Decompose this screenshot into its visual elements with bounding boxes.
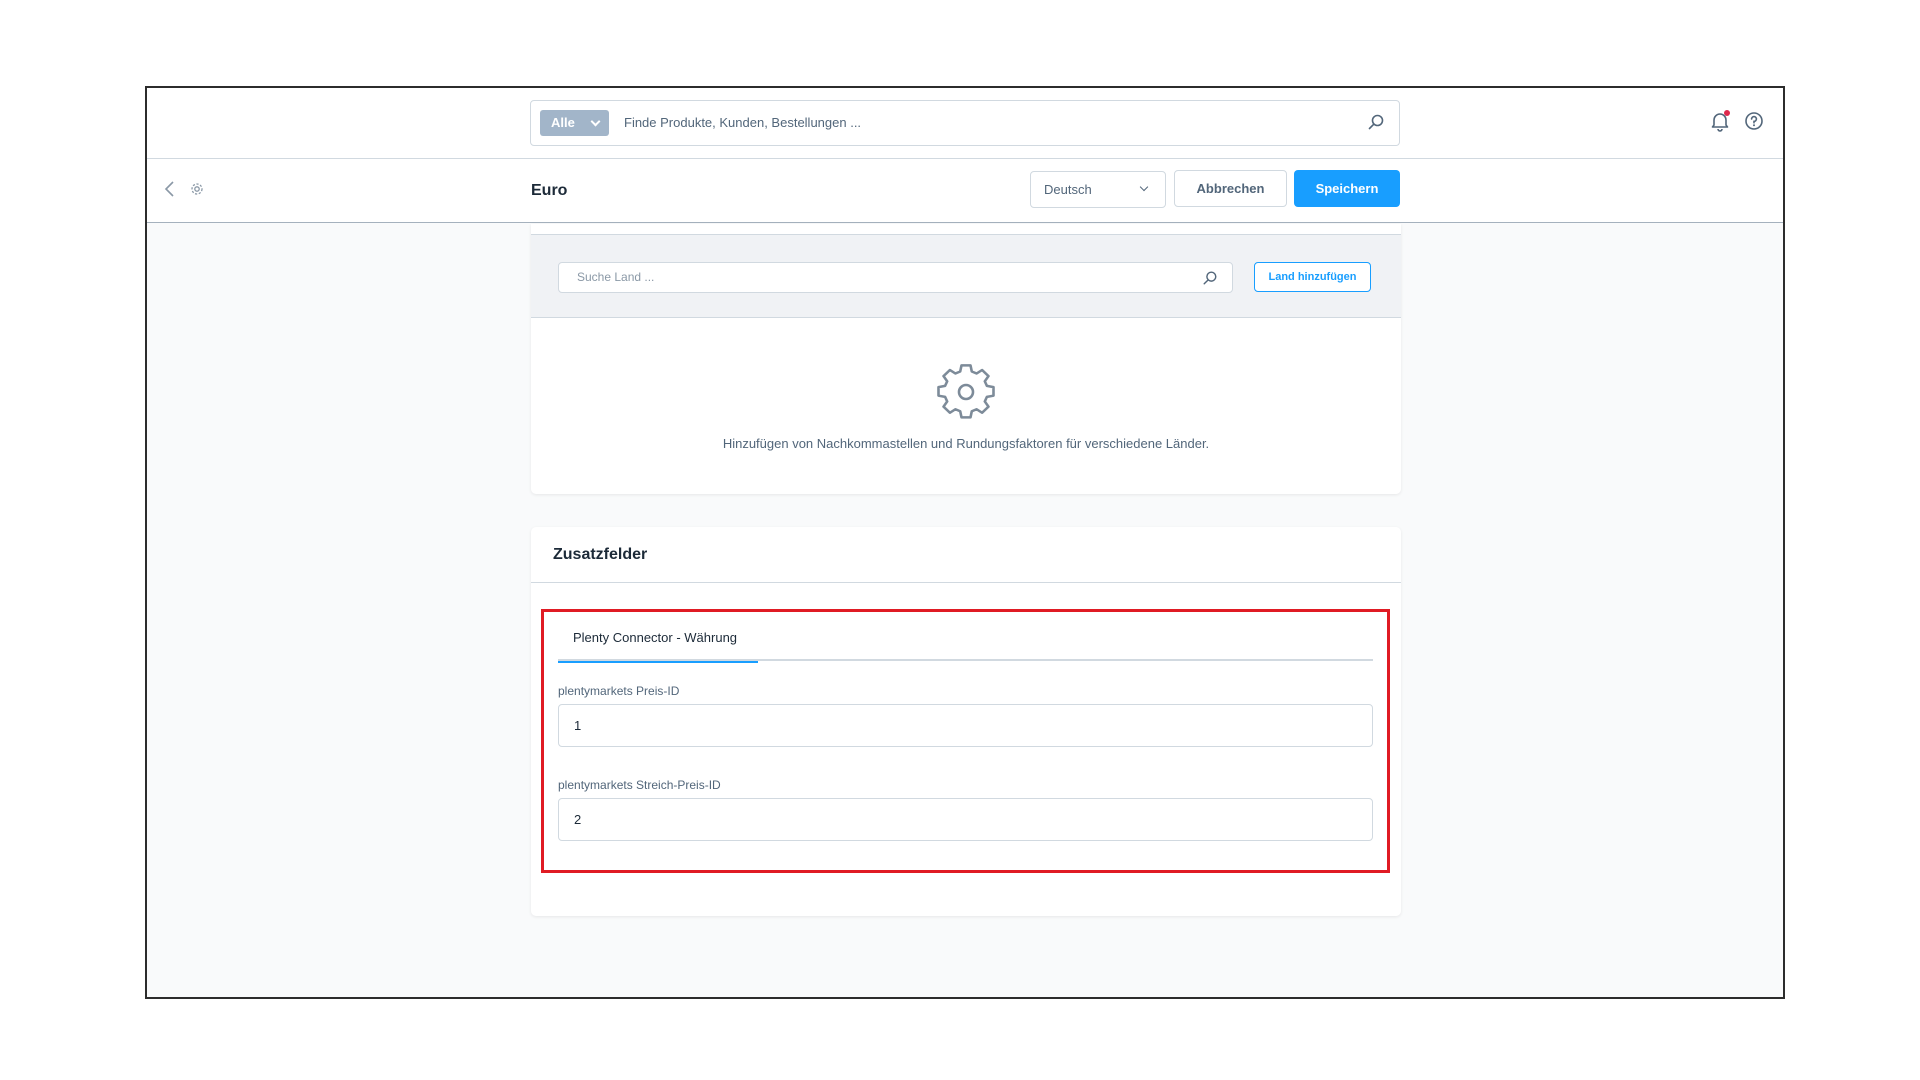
tab-label: Plenty Connector - Währung: [573, 630, 738, 645]
save-button[interactable]: Speichern: [1294, 170, 1400, 207]
price-id-label: plentymarkets Preis-ID: [558, 684, 680, 698]
price-id-input[interactable]: 1: [558, 704, 1373, 747]
content-area: Suche Land ... Land hinzufügen Hinzufüge…: [147, 224, 1783, 997]
back-icon[interactable]: [163, 180, 177, 198]
custom-fields-title: Zusatzfelder: [531, 527, 1401, 583]
language-value: Deutsch: [1044, 182, 1092, 197]
custom-fields-tabs: Plenty Connector - Währung: [558, 618, 1373, 663]
search-input[interactable]: Finde Produkte, Kunden, Bestellungen ...: [624, 101, 861, 145]
strike-price-id-input[interactable]: 2: [558, 798, 1373, 841]
country-toolbar: Suche Land ... Land hinzufügen: [531, 234, 1401, 318]
global-search[interactable]: Alle Finde Produkte, Kunden, Bestellunge…: [530, 100, 1400, 146]
cancel-button[interactable]: Abbrechen: [1174, 170, 1287, 207]
notification-dot: [1724, 110, 1730, 116]
add-country-button[interactable]: Land hinzufügen: [1254, 262, 1371, 292]
search-icon[interactable]: [1202, 270, 1218, 286]
empty-state-text: Hinzufügen von Nachkommastellen und Rund…: [722, 436, 1210, 451]
bell-icon[interactable]: [1709, 110, 1731, 132]
smart-bar: Euro Deutsch Abbrechen Speichern: [147, 159, 1783, 223]
search-type-dropdown[interactable]: Alle: [540, 110, 609, 136]
gear-icon: [191, 183, 203, 195]
search-icon[interactable]: [1367, 113, 1385, 131]
top-bar: Alle Finde Produkte, Kunden, Bestellunge…: [147, 88, 1783, 159]
active-tab-indicator: [558, 661, 758, 663]
search-type-label: Alle: [551, 115, 575, 130]
page-title: Euro: [531, 182, 568, 199]
chevron-down-icon: [590, 116, 601, 127]
help-icon[interactable]: [1743, 110, 1765, 132]
tab-plenty-connector[interactable]: Plenty Connector - Währung: [558, 618, 758, 663]
country-search-placeholder: Suche Land ...: [577, 270, 655, 284]
country-search-input[interactable]: Suche Land ...: [558, 262, 1233, 293]
gear-icon: [937, 364, 995, 419]
app-window: Alle Finde Produkte, Kunden, Bestellunge…: [145, 86, 1785, 999]
chevron-down-icon: [1139, 182, 1149, 192]
custom-fields-card: Zusatzfelder Plenty Connector - Währung …: [531, 527, 1401, 916]
strike-price-id-label: plentymarkets Streich-Preis-ID: [558, 778, 721, 792]
country-rounding-card: Suche Land ... Land hinzufügen Hinzufüge…: [531, 224, 1401, 494]
language-select[interactable]: Deutsch: [1030, 171, 1166, 208]
smart-bar-nav: [163, 180, 205, 198]
top-icons: [1709, 110, 1765, 132]
